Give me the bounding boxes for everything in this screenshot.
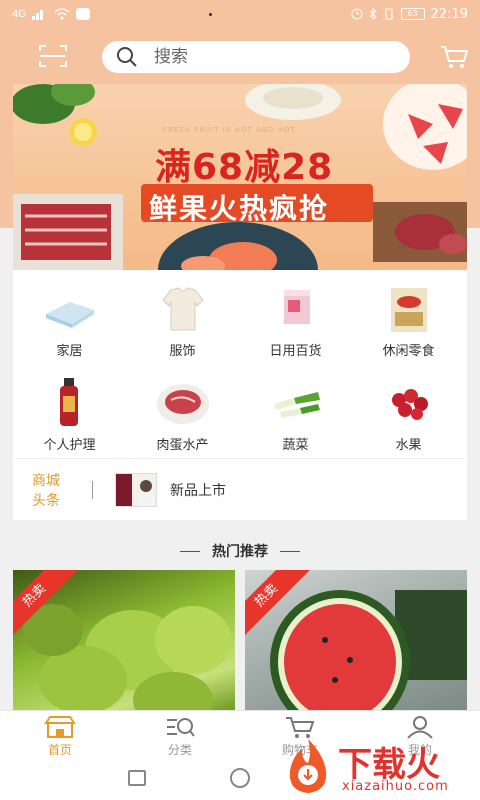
category-meat-eggs-seafood[interactable]: 肉蛋水产	[126, 364, 239, 456]
news-brand: 商城 头条	[32, 471, 72, 511]
news-thumbnail	[115, 473, 157, 507]
category-clothing[interactable]: 服饰	[126, 270, 239, 362]
search-input[interactable]	[154, 47, 354, 67]
category-grid: 家居 服饰 日用百货 休闲零食 个人护理 肉蛋水产 蔬菜 水果	[13, 270, 467, 458]
category-label: 休闲零食	[382, 344, 435, 359]
nav-category[interactable]: 分类	[140, 715, 220, 759]
category-home[interactable]: 家居	[13, 270, 126, 362]
category-label: 水果	[395, 438, 422, 453]
nav-home[interactable]: 首页	[20, 715, 100, 759]
vibrate-icon	[385, 8, 393, 20]
battery-level: 63	[407, 9, 418, 18]
battery-icon: 63	[400, 8, 425, 20]
category-label: 日用百货	[269, 344, 322, 359]
status-bar: 4G 63 22:19	[0, 0, 480, 28]
wifi-icon	[54, 8, 70, 20]
news-brand-line1: 商城	[32, 473, 60, 489]
alarm-icon	[351, 8, 363, 20]
banner-subheadline: 鲜果火热疯抢	[149, 192, 330, 225]
app-notification-icon	[76, 8, 91, 20]
nav-label: 首页	[47, 743, 72, 757]
banner-subtitle: FRESH FRUIT IS HOT AND HOT	[163, 126, 296, 134]
news-separator	[92, 481, 93, 499]
category-label: 个人护理	[43, 438, 96, 453]
product-card-grapes[interactable]: 热卖	[13, 570, 235, 710]
status-dot	[209, 13, 212, 16]
category-personal-care[interactable]: 个人护理	[13, 364, 126, 456]
status-time: 22:19	[430, 6, 468, 22]
category-label: 蔬菜	[282, 438, 309, 453]
product-card-watermelon[interactable]: 热卖	[245, 570, 467, 710]
towel-icon	[45, 302, 94, 328]
signal-label: 4G	[12, 8, 27, 20]
store-icon	[44, 716, 76, 738]
tshirt-icon	[161, 287, 204, 331]
home-button[interactable]	[230, 768, 250, 788]
banner-headline: 满68减28	[155, 147, 334, 188]
cart-icon[interactable]	[440, 44, 468, 70]
scallion-icon	[273, 392, 320, 418]
box-icon	[283, 290, 310, 324]
news-brand-line2: 头条	[32, 493, 60, 509]
watermark: 下载火 xiazaihuo.com	[280, 735, 480, 797]
category-snacks[interactable]: 休闲零食	[352, 270, 465, 362]
category-vegetables[interactable]: 蔬菜	[239, 364, 352, 456]
category-search-icon	[167, 718, 195, 737]
category-label: 服饰	[169, 344, 196, 359]
snack-bag-icon	[390, 288, 427, 332]
divider	[280, 550, 300, 552]
watermark-url: xiazaihuo.com	[342, 779, 449, 794]
flame-logo-icon	[289, 739, 327, 793]
shampoo-bottle-icon	[59, 378, 78, 426]
signal-icon	[32, 10, 44, 20]
category-daily-goods[interactable]: 日用百货	[239, 270, 352, 362]
berries-icon	[391, 389, 428, 420]
recent-apps-button[interactable]	[128, 770, 146, 786]
search-bar[interactable]	[102, 41, 410, 73]
bluetooth-icon	[369, 8, 377, 20]
header	[0, 28, 480, 84]
section-header: 热门推荐	[0, 536, 480, 566]
meat-icon	[156, 384, 209, 424]
search-icon	[117, 47, 137, 67]
news-headline: 新品上市	[170, 483, 226, 499]
news-ticker[interactable]: 商城 头条 新品上市	[13, 458, 467, 520]
category-label: 肉蛋水产	[156, 438, 209, 453]
category-label: 家居	[56, 344, 83, 359]
scan-icon[interactable]	[38, 43, 68, 69]
promo-banner[interactable]: FRESH FRUIT IS HOT AND HOT 满68减28 鲜果火热疯抢	[13, 84, 467, 270]
category-fruit[interactable]: 水果	[352, 364, 465, 456]
divider	[180, 550, 200, 552]
nav-label: 分类	[167, 743, 192, 757]
section-title: 热门推荐	[212, 544, 268, 560]
